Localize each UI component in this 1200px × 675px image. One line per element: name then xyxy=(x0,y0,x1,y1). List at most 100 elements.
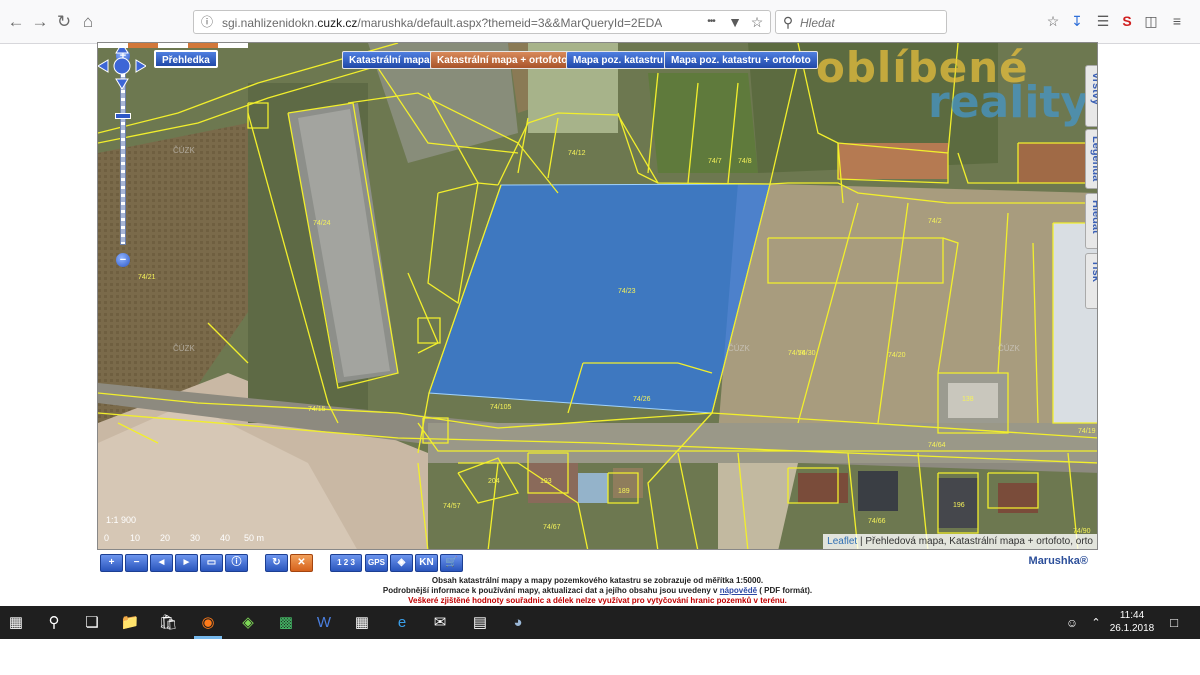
parcel-label: 193 xyxy=(540,478,552,485)
watermark-logo-bottom: reality xyxy=(928,77,1090,128)
clock[interactable]: 11:44 26.1.2018 xyxy=(1108,609,1156,635)
tab-layers[interactable]: Vrstvy xyxy=(1085,65,1097,127)
parcel-label: 196 xyxy=(953,502,965,509)
reload-icon[interactable]: ↻ xyxy=(54,12,74,32)
clock-time: 11:44 xyxy=(1119,610,1145,621)
scale-tick: 40 xyxy=(220,533,231,543)
edge-icon[interactable]: e xyxy=(392,613,412,633)
next-view-button[interactable]: ► xyxy=(175,554,198,572)
word-icon[interactable]: W xyxy=(314,613,334,633)
url-bar[interactable]: ⓘ sgi.nahlizenidokn.cuzk.cz/marushka/def… xyxy=(193,10,771,34)
home-icon[interactable]: ⌂ xyxy=(78,12,98,32)
parcel-label: 74/20 xyxy=(888,352,906,359)
people-icon[interactable]: ☺ xyxy=(1062,613,1082,633)
addon-s-icon[interactable]: S xyxy=(1118,12,1136,30)
identify-button[interactable]: ⓘ xyxy=(225,554,248,572)
marushka-brand: Marushka® xyxy=(1028,555,1088,567)
pan-right-icon xyxy=(135,59,146,73)
scale-bar xyxy=(98,43,248,48)
parcel-label: 74/57 xyxy=(443,503,461,510)
bookmark-star-icon[interactable]: ☆ xyxy=(748,13,766,31)
zoom-box-button[interactable]: ▭ xyxy=(200,554,223,572)
scale-tick: 50 m xyxy=(244,533,265,543)
browser-toolbar: ← → ↻ ⌂ ⓘ sgi.nahlizenidokn.cuzk.cz/maru… xyxy=(0,0,1200,44)
library-icon[interactable]: ☰ xyxy=(1094,12,1112,30)
task-view-icon[interactable]: ❏ xyxy=(82,613,102,633)
file-explorer-icon[interactable]: 📁 xyxy=(120,613,140,633)
firefox-icon[interactable]: ◉ xyxy=(198,613,218,633)
parcel-label: 74/12 xyxy=(568,150,586,157)
download-icon[interactable]: ↧ xyxy=(1068,12,1086,30)
clear-button[interactable]: ✕ xyxy=(290,554,313,572)
cadastral-map[interactable]: 74/23 74/21 74/26 74/67 74/105 74/64 74/… xyxy=(97,42,1098,550)
zoom-out-icon[interactable]: − xyxy=(116,253,130,267)
calendar-icon[interactable]: ▤ xyxy=(470,613,490,633)
pan-down-icon xyxy=(115,78,129,89)
kn-button[interactable]: KN xyxy=(415,554,438,572)
zoom-out-button[interactable]: − xyxy=(125,554,148,572)
leaflet-link[interactable]: Leaflet xyxy=(827,536,857,547)
store-icon[interactable]: 🛍 xyxy=(158,613,178,633)
pan-control[interactable] xyxy=(98,43,146,89)
tab-search[interactable]: Hledat xyxy=(1085,193,1097,249)
search-icon[interactable]: ⚲ xyxy=(44,613,64,633)
mail-icon[interactable]: ✉ xyxy=(430,613,450,633)
parcel-label: 74/24 xyxy=(313,220,331,227)
parcel-label: 74/7 xyxy=(708,158,722,165)
parcel-label: 138 xyxy=(962,396,974,403)
cuzk-watermark: ČÚZK xyxy=(728,344,750,353)
notifications-icon[interactable]: □ xyxy=(1164,613,1184,633)
tab-legend[interactable]: Legenda xyxy=(1085,129,1097,189)
info-icon[interactable]: ⓘ xyxy=(198,13,216,31)
calculator-icon[interactable]: ▦ xyxy=(352,613,372,633)
app-icon[interactable]: ◈ xyxy=(238,613,258,633)
scale-tick: 10 xyxy=(130,533,141,543)
back-icon[interactable]: ← xyxy=(6,12,26,32)
refresh-button[interactable]: ↻ xyxy=(265,554,288,572)
zoom-slider[interactable] xyxy=(120,65,126,245)
layer-button-cadastral[interactable]: Katastrální mapa xyxy=(342,51,437,69)
menu-icon[interactable]: ≡ xyxy=(1168,12,1186,30)
tray-expand-icon[interactable]: ⌃ xyxy=(1086,613,1106,633)
windows-start-icon[interactable]: ▦ xyxy=(6,613,26,633)
active-app-indicator xyxy=(194,636,222,639)
cuzk-watermark: ČÚZK xyxy=(173,146,195,155)
layer-button-cadastral-ortho[interactable]: Katastrální mapa + ortofoto xyxy=(430,51,575,69)
layer-button-land-map-ortho[interactable]: Mapa poz. katastru + ortofoto xyxy=(664,51,818,69)
zoom-slider-handle[interactable] xyxy=(115,113,131,119)
map-attribution: Leaflet | Přehledová mapa, Katastrální m… xyxy=(823,534,1097,549)
parcel-label: 74/66 xyxy=(868,518,886,525)
measure-button[interactable]: 1 2 3 xyxy=(330,554,362,572)
sidebar-icon[interactable]: ◫ xyxy=(1142,12,1160,30)
forward-icon[interactable]: → xyxy=(30,12,50,32)
bookmark-icon[interactable]: ☆ xyxy=(1044,12,1062,30)
tab-print[interactable]: Tisk xyxy=(1085,253,1097,309)
info-text: Obsah katastrální mapy a mapy pozemkovéh… xyxy=(97,576,1098,606)
zoom-in-button[interactable]: + xyxy=(100,554,123,572)
pan-center-icon xyxy=(113,57,131,75)
page-actions-icon[interactable]: ••• xyxy=(702,13,720,31)
parcel-label: 74/64 xyxy=(928,442,946,449)
pocket-icon[interactable]: ▼ xyxy=(726,13,744,31)
parcel-label: 74/15 xyxy=(308,406,326,413)
cart-button[interactable]: 🛒 xyxy=(440,554,463,572)
info-line-1: Obsah katastrální mapy a mapy pozemkovéh… xyxy=(431,576,764,585)
scale-tick: 30 xyxy=(190,533,201,543)
parcel-label: 74/30 xyxy=(798,350,816,357)
notes-app-icon[interactable]: ▩ xyxy=(276,613,296,633)
search-input[interactable]: ⚲ Hledat xyxy=(775,10,947,34)
info-line-2: Podrobnější informace k používání mapy, … xyxy=(382,586,813,595)
previous-view-button[interactable]: ◄ xyxy=(150,554,173,572)
parcel-label: 74/19 xyxy=(1078,428,1096,435)
help-link[interactable]: nápovědě xyxy=(720,586,757,595)
pan-left-icon xyxy=(98,59,109,73)
app-globe-icon[interactable]: ◕ xyxy=(508,613,528,633)
coordinates-button[interactable]: ◈ xyxy=(390,554,413,572)
overview-button[interactable]: Přehledka xyxy=(154,50,218,68)
scale-tick: 0 xyxy=(104,533,110,543)
url-text[interactable]: sgi.nahlizenidokn.cuzk.cz/marushka/defau… xyxy=(222,16,662,30)
gps-button[interactable]: GPS xyxy=(365,554,388,572)
layer-button-land-map[interactable]: Mapa poz. katastru xyxy=(566,51,671,69)
parcel-label: 74/21 xyxy=(138,274,156,281)
windows-taskbar: ▦ ⚲ ❏ 📁 🛍 ◉ ◈ ▩ W ▦ e ✉ ▤ ◕ ☺ ⌃ 11:44 26… xyxy=(0,606,1200,639)
